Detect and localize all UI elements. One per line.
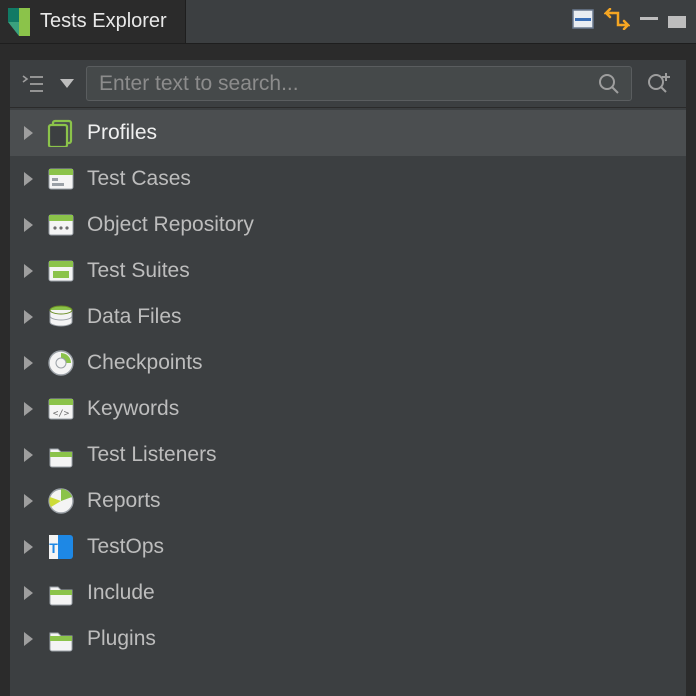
tree-item-label: Include (83, 581, 155, 605)
search-toolbar (10, 60, 686, 108)
expand-arrow-icon[interactable] (24, 126, 33, 140)
link-arrows-icon[interactable] (604, 8, 630, 35)
folder-icon (47, 579, 75, 607)
checkpoints-icon (47, 349, 75, 377)
folder-icon (47, 625, 75, 653)
tree-item-label: Reports (83, 489, 161, 513)
tree-item-label: Object Repository (83, 213, 254, 237)
tree-item-plugins[interactable]: Plugins (10, 616, 686, 662)
tabbar-actions (562, 0, 696, 43)
search-refresh-button[interactable] (638, 66, 678, 101)
tree-item-label: Data Files (83, 305, 182, 329)
expand-arrow-icon[interactable] (24, 632, 33, 646)
expand-arrow-icon[interactable] (24, 356, 33, 370)
tree-item-label: Test Suites (83, 259, 190, 283)
object-repo-icon (47, 211, 75, 239)
tree-item-label: Plugins (83, 627, 156, 651)
tree-item-label: Checkpoints (83, 351, 203, 375)
tree-item-testops[interactable]: TestOps (10, 524, 686, 570)
tree-item-label: Keywords (83, 397, 179, 421)
search-box (86, 66, 632, 101)
chevron-down-icon (60, 79, 74, 88)
expand-arrow-icon[interactable] (24, 218, 33, 232)
tabbar-spacer (186, 0, 562, 43)
expand-arrow-icon[interactable] (24, 172, 33, 186)
layout-icon[interactable] (572, 9, 594, 34)
test-cases-icon (47, 165, 75, 193)
test-suites-icon (47, 257, 75, 285)
tree-item-object-repository[interactable]: Object Repository (10, 202, 686, 248)
explorer-tree: Profiles Test Cases Object Repository Test … (10, 108, 686, 662)
tree-item-test-suites[interactable]: Test Suites (10, 248, 686, 294)
tree-item-label: TestOps (83, 535, 164, 559)
folder-icon (47, 441, 75, 469)
testops-icon (47, 533, 75, 561)
katalon-logo-icon (8, 8, 30, 36)
keywords-icon (47, 395, 75, 423)
expand-arrow-icon[interactable] (24, 540, 33, 554)
tree-item-keywords[interactable]: Keywords (10, 386, 686, 432)
expand-arrow-icon[interactable] (24, 494, 33, 508)
tree-item-checkpoints[interactable]: Checkpoints (10, 340, 686, 386)
search-icon[interactable] (593, 72, 625, 96)
tab-tests-explorer[interactable]: Tests Explorer (0, 0, 186, 43)
tree-item-label: Test Listeners (83, 443, 217, 467)
tree-item-test-listeners[interactable]: Test Listeners (10, 432, 686, 478)
minimize-icon[interactable] (640, 17, 658, 27)
tree-item-include[interactable]: Include (10, 570, 686, 616)
tree-item-test-cases[interactable]: Test Cases (10, 156, 686, 202)
tree-item-reports[interactable]: Reports (10, 478, 686, 524)
expand-arrow-icon[interactable] (24, 310, 33, 324)
expand-arrow-icon[interactable] (24, 586, 33, 600)
tree-item-data-files[interactable]: Data Files (10, 294, 686, 340)
search-input[interactable] (99, 72, 593, 96)
data-files-icon (47, 303, 75, 331)
filter-button[interactable] (18, 66, 48, 101)
tree-item-label: Profiles (83, 121, 157, 145)
tree-item-label: Test Cases (83, 167, 191, 191)
expand-arrow-icon[interactable] (24, 448, 33, 462)
titlebar: Tests Explorer (0, 0, 696, 44)
reports-icon (47, 487, 75, 515)
explorer-panel: Profiles Test Cases Object Repository Test … (10, 60, 686, 696)
tree-item-profiles[interactable]: Profiles (10, 110, 686, 156)
tab-title: Tests Explorer (40, 10, 167, 33)
filter-dropdown[interactable] (54, 66, 80, 101)
maximize-icon[interactable] (668, 16, 686, 28)
profiles-icon (47, 119, 75, 147)
expand-arrow-icon[interactable] (24, 402, 33, 416)
expand-arrow-icon[interactable] (24, 264, 33, 278)
